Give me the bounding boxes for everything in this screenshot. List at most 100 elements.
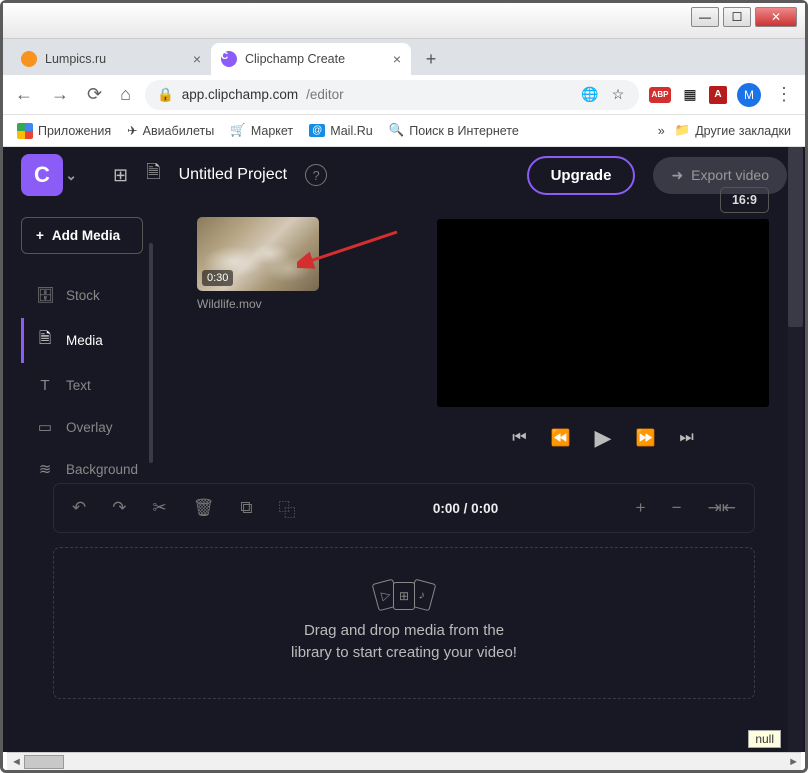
apps-bookmark[interactable]: Приложения bbox=[11, 119, 117, 143]
pdf-extension-icon[interactable]: A bbox=[709, 86, 727, 104]
url-path: /editor bbox=[306, 87, 344, 102]
mail-icon: @ bbox=[309, 124, 325, 137]
window-titlebar: — ☐ ✕ bbox=[3, 3, 805, 39]
play-button[interactable]: ▶ bbox=[595, 425, 612, 451]
add-media-label: Add Media bbox=[52, 228, 120, 243]
skip-start-button[interactable]: ⏮ bbox=[512, 429, 526, 447]
playback-controls: ⏮ ⏪ ▶ ⏩ ⏭ bbox=[437, 425, 769, 451]
aspect-ratio-button[interactable]: 16:9 bbox=[720, 187, 769, 213]
bookmark-label: Другие закладки bbox=[695, 124, 791, 138]
window-maximize-button[interactable]: ☐ bbox=[723, 7, 751, 27]
new-tab-button[interactable]: + bbox=[417, 45, 445, 73]
sidebar-label: Media bbox=[66, 333, 103, 348]
apps-icon bbox=[17, 123, 33, 139]
timeline-toolbar: ↶ ↷ ✂ 🗑 ⧉ ⿻ 0:00 / 0:00 + − ⇥⇤ bbox=[53, 483, 755, 533]
plane-icon: ✈ bbox=[127, 123, 137, 138]
tab-title: Lumpics.ru bbox=[45, 52, 106, 66]
drop-text: Drag and drop media from the bbox=[291, 620, 517, 643]
duplicate-button[interactable]: ⿻ bbox=[278, 496, 295, 521]
url-domain: app.clipchamp.com bbox=[182, 87, 298, 102]
bookmark-item[interactable]: ✈ Авиабилеты bbox=[121, 119, 220, 142]
bookmark-item[interactable]: 🛒 Маркет bbox=[224, 119, 299, 142]
tab-close-button[interactable]: × bbox=[193, 51, 201, 67]
fast-forward-button[interactable]: ⏩ bbox=[635, 428, 655, 448]
undo-button[interactable]: ↶ bbox=[72, 498, 86, 518]
bookmarks-overflow[interactable]: » bbox=[658, 124, 665, 138]
project-title[interactable]: Untitled Project bbox=[179, 166, 288, 184]
video-preview[interactable] bbox=[437, 219, 769, 407]
upgrade-button[interactable]: Upgrade bbox=[527, 156, 636, 195]
app-logo[interactable]: C bbox=[21, 154, 63, 196]
plus-icon: + bbox=[36, 228, 44, 243]
timeline-drop-zone[interactable]: ▷⊞♪ Drag and drop media from the library… bbox=[53, 547, 755, 699]
sidebar-label: Overlay bbox=[66, 420, 113, 435]
stock-icon: 🗄 bbox=[36, 286, 54, 304]
tab-title: Clipchamp Create bbox=[245, 52, 345, 66]
bookmark-item[interactable]: @ Mail.Ru bbox=[303, 120, 379, 142]
sidebar-label: Stock bbox=[66, 288, 100, 303]
app-viewport: C ⊞ 🗎 Untitled Project ? Upgrade ➜ Export… bbox=[3, 147, 805, 752]
media-thumbnail[interactable]: 0:30 bbox=[197, 217, 319, 291]
null-tooltip: null bbox=[748, 730, 781, 748]
timeline-time: 0:00 / 0:00 bbox=[433, 501, 498, 516]
reload-button[interactable]: ⟳ bbox=[83, 80, 106, 109]
copy-button[interactable]: ⧉ bbox=[240, 498, 252, 518]
search-icon: 🔍 bbox=[389, 123, 405, 138]
browser-toolbar: ← → ⟳ ⌂ 🔒 app.clipchamp.com/editor 🌐 ☆ A… bbox=[3, 75, 805, 115]
lock-icon: 🔒 bbox=[157, 87, 174, 103]
cart-icon: 🛒 bbox=[230, 123, 246, 138]
redo-button[interactable]: ↷ bbox=[112, 498, 126, 518]
bookmark-item[interactable]: 🔍 Поиск в Интернете bbox=[383, 119, 525, 142]
translate-icon[interactable]: 🌐 bbox=[581, 86, 599, 104]
extension-icon[interactable]: ▦ bbox=[681, 86, 699, 104]
bookmark-star-icon[interactable]: ☆ bbox=[609, 86, 627, 104]
folder-icon: 📁 bbox=[675, 123, 691, 138]
bookmark-label: Авиабилеты bbox=[143, 124, 215, 138]
browser-tab-bar: Lumpics.ru × C Clipchamp Create × + bbox=[3, 39, 805, 75]
export-icon: ➜ bbox=[671, 167, 683, 184]
tab-close-button[interactable]: × bbox=[393, 51, 401, 67]
zoom-in-button[interactable]: + bbox=[636, 498, 646, 518]
zoom-fit-button[interactable]: ⇥⇤ bbox=[708, 498, 737, 518]
delete-button[interactable]: 🗑 bbox=[193, 498, 215, 518]
text-icon: T bbox=[36, 377, 54, 394]
sidebar-label: Background bbox=[66, 462, 138, 477]
browser-tab[interactable]: Lumpics.ru × bbox=[11, 43, 211, 75]
back-button[interactable]: ← bbox=[11, 80, 37, 109]
drop-cards-icon: ▷⊞♪ bbox=[371, 582, 437, 610]
drop-text: library to start creating your video! bbox=[291, 642, 517, 665]
bookmarks-bar: Приложения ✈Авиабилеты 🛒Маркет @Mail.Ru … bbox=[3, 115, 805, 147]
media-icon: 🗎 bbox=[36, 328, 54, 353]
bookmark-label: Приложения bbox=[38, 124, 111, 138]
browser-menu-button[interactable]: ⋮ bbox=[771, 80, 797, 109]
app-header: C ⊞ 🗎 Untitled Project ? Upgrade ➜ Export… bbox=[3, 147, 805, 203]
document-icon[interactable]: 🗎 bbox=[146, 160, 160, 190]
skip-end-button[interactable]: ⏭ bbox=[679, 429, 693, 447]
window-minimize-button[interactable]: — bbox=[691, 7, 719, 27]
zoom-out-button[interactable]: − bbox=[672, 498, 682, 518]
background-icon: ≋ bbox=[36, 460, 54, 478]
sidebar-label: Text bbox=[66, 378, 91, 393]
profile-avatar[interactable]: M bbox=[737, 83, 761, 107]
address-bar[interactable]: 🔒 app.clipchamp.com/editor 🌐 ☆ bbox=[145, 80, 639, 110]
favicon-icon: C bbox=[221, 51, 237, 67]
rewind-button[interactable]: ⏪ bbox=[551, 428, 571, 448]
split-button[interactable]: ✂ bbox=[153, 498, 167, 518]
horizontal-scrollbar[interactable]: ◄ ► bbox=[7, 752, 801, 770]
bookmark-label: Поиск в Интернете bbox=[409, 124, 519, 138]
adblock-extension-icon[interactable]: ABP bbox=[649, 87, 671, 103]
window-close-button[interactable]: ✕ bbox=[755, 7, 797, 27]
other-bookmarks[interactable]: 📁 Другие закладки bbox=[669, 119, 797, 142]
bookmark-label: Маркет bbox=[251, 124, 293, 138]
add-media-button[interactable]: + Add Media bbox=[21, 217, 143, 254]
sidebar-scrollbar[interactable] bbox=[149, 243, 153, 463]
bookmark-label: Mail.Ru bbox=[330, 124, 372, 138]
favicon-icon bbox=[21, 51, 37, 67]
browser-tab-active[interactable]: C Clipchamp Create × bbox=[211, 43, 411, 75]
clip-duration: 0:30 bbox=[202, 270, 233, 286]
help-icon[interactable]: ? bbox=[305, 164, 327, 186]
forward-button[interactable]: → bbox=[47, 80, 73, 109]
home-button[interactable]: ⌂ bbox=[116, 80, 135, 109]
export-label: Export video bbox=[691, 167, 769, 183]
video-library-icon[interactable]: ⊞ bbox=[113, 165, 128, 186]
